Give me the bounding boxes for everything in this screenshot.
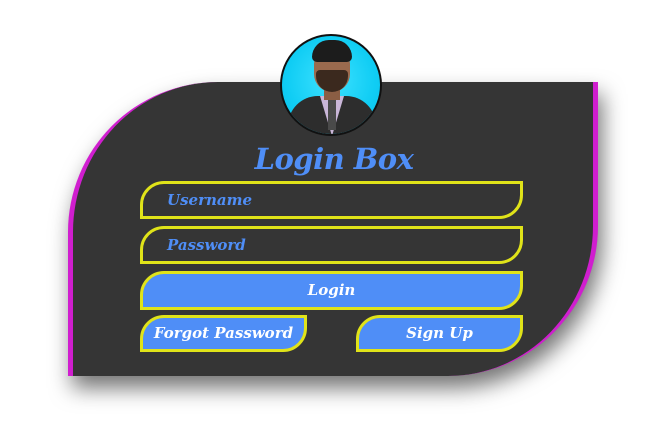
sign-up-button[interactable]: Sign Up [356,315,523,352]
login-button-label: Login [307,281,356,299]
avatar-hair [312,40,352,62]
user-avatar [280,34,382,136]
avatar-tie [328,100,336,130]
forgot-password-button[interactable]: Forgot Password [140,315,307,352]
password-placeholder: Password [167,236,246,254]
username-field[interactable]: Username [140,181,523,219]
sign-up-label: Sign Up [406,324,473,342]
login-page: Login Box Username Password Login Forgot… [0,0,668,441]
login-button[interactable]: Login [140,271,523,310]
forgot-password-label: Forgot Password [153,324,294,342]
login-title: Login Box [254,142,414,176]
password-field[interactable]: Password [140,226,523,264]
username-placeholder: Username [167,191,253,209]
